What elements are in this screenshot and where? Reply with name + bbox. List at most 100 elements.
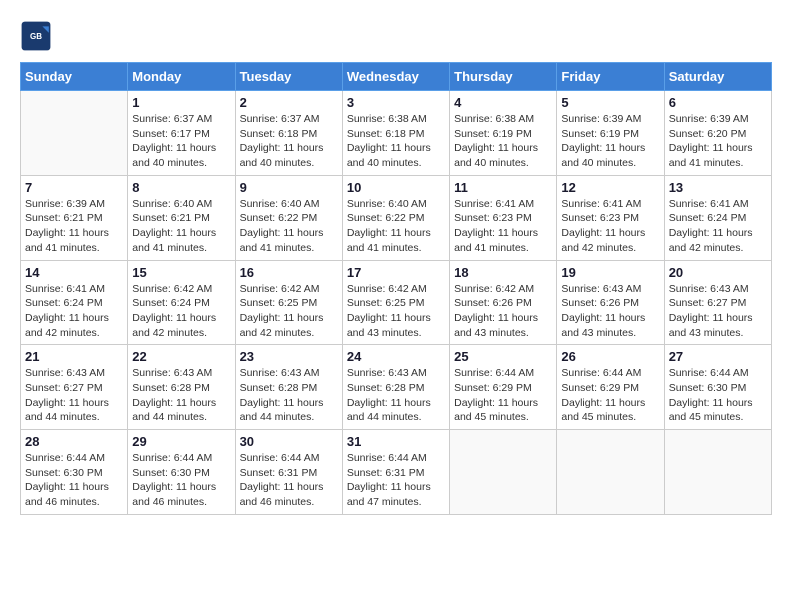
day-number: 7 bbox=[25, 180, 123, 195]
day-info: Sunrise: 6:44 AM Sunset: 6:29 PM Dayligh… bbox=[454, 366, 552, 425]
day-info: Sunrise: 6:42 AM Sunset: 6:26 PM Dayligh… bbox=[454, 282, 552, 341]
day-info: Sunrise: 6:44 AM Sunset: 6:30 PM Dayligh… bbox=[25, 451, 123, 510]
day-number: 15 bbox=[132, 265, 230, 280]
calendar-week-1: 1 Sunrise: 6:37 AM Sunset: 6:17 PM Daylig… bbox=[21, 91, 772, 176]
weekday-header-tuesday: Tuesday bbox=[235, 63, 342, 91]
calendar-cell: 15 Sunrise: 6:42 AM Sunset: 6:24 PM Dayli… bbox=[128, 260, 235, 345]
day-info: Sunrise: 6:44 AM Sunset: 6:30 PM Dayligh… bbox=[669, 366, 767, 425]
calendar-cell: 1 Sunrise: 6:37 AM Sunset: 6:17 PM Daylig… bbox=[128, 91, 235, 176]
day-number: 13 bbox=[669, 180, 767, 195]
day-info: Sunrise: 6:44 AM Sunset: 6:30 PM Dayligh… bbox=[132, 451, 230, 510]
calendar-cell bbox=[664, 430, 771, 515]
day-number: 21 bbox=[25, 349, 123, 364]
calendar-cell: 14 Sunrise: 6:41 AM Sunset: 6:24 PM Dayli… bbox=[21, 260, 128, 345]
calendar-cell: 20Sunrise: 6:43 AM Sunset: 6:27 PM Dayli… bbox=[664, 260, 771, 345]
calendar-cell: 7 Sunrise: 6:39 AM Sunset: 6:21 PM Daylig… bbox=[21, 175, 128, 260]
day-info: Sunrise: 6:41 AM Sunset: 6:24 PM Dayligh… bbox=[25, 282, 123, 341]
day-info: Sunrise: 6:41 AM Sunset: 6:24 PM Dayligh… bbox=[669, 197, 767, 256]
weekday-header-row: SundayMondayTuesdayWednesdayThursdayFrid… bbox=[21, 63, 772, 91]
day-info: Sunrise: 6:43 AM Sunset: 6:26 PM Dayligh… bbox=[561, 282, 659, 341]
calendar-cell: 26Sunrise: 6:44 AM Sunset: 6:29 PM Dayli… bbox=[557, 345, 664, 430]
day-info: Sunrise: 6:40 AM Sunset: 6:21 PM Dayligh… bbox=[132, 197, 230, 256]
day-number: 19 bbox=[561, 265, 659, 280]
calendar-cell bbox=[21, 91, 128, 176]
day-info: Sunrise: 6:39 AM Sunset: 6:20 PM Dayligh… bbox=[669, 112, 767, 171]
day-info: Sunrise: 6:39 AM Sunset: 6:19 PM Dayligh… bbox=[561, 112, 659, 171]
calendar-cell: 13 Sunrise: 6:41 AM Sunset: 6:24 PM Dayli… bbox=[664, 175, 771, 260]
weekday-header-sunday: Sunday bbox=[21, 63, 128, 91]
calendar-cell: 2 Sunrise: 6:37 AM Sunset: 6:18 PM Daylig… bbox=[235, 91, 342, 176]
weekday-header-monday: Monday bbox=[128, 63, 235, 91]
day-number: 22 bbox=[132, 349, 230, 364]
day-number: 17 bbox=[347, 265, 445, 280]
calendar-cell bbox=[450, 430, 557, 515]
day-info: Sunrise: 6:42 AM Sunset: 6:24 PM Dayligh… bbox=[132, 282, 230, 341]
day-number: 4 bbox=[454, 95, 552, 110]
day-number: 18 bbox=[454, 265, 552, 280]
calendar-week-5: 28Sunrise: 6:44 AM Sunset: 6:30 PM Dayli… bbox=[21, 430, 772, 515]
day-number: 25 bbox=[454, 349, 552, 364]
day-number: 2 bbox=[240, 95, 338, 110]
day-info: Sunrise: 6:44 AM Sunset: 6:31 PM Dayligh… bbox=[347, 451, 445, 510]
day-number: 12 bbox=[561, 180, 659, 195]
day-info: Sunrise: 6:38 AM Sunset: 6:18 PM Dayligh… bbox=[347, 112, 445, 171]
logo: GB bbox=[20, 20, 56, 52]
calendar-cell: 9Sunrise: 6:40 AM Sunset: 6:22 PM Daylig… bbox=[235, 175, 342, 260]
calendar-cell: 10 Sunrise: 6:40 AM Sunset: 6:22 PM Dayli… bbox=[342, 175, 449, 260]
weekday-header-thursday: Thursday bbox=[450, 63, 557, 91]
day-number: 1 bbox=[132, 95, 230, 110]
day-info: Sunrise: 6:43 AM Sunset: 6:28 PM Dayligh… bbox=[132, 366, 230, 425]
day-number: 20 bbox=[669, 265, 767, 280]
day-info: Sunrise: 6:38 AM Sunset: 6:19 PM Dayligh… bbox=[454, 112, 552, 171]
calendar-cell: 4 Sunrise: 6:38 AM Sunset: 6:19 PM Daylig… bbox=[450, 91, 557, 176]
calendar-cell: 5 Sunrise: 6:39 AM Sunset: 6:19 PM Daylig… bbox=[557, 91, 664, 176]
logo-icon: GB bbox=[20, 20, 52, 52]
day-number: 29 bbox=[132, 434, 230, 449]
calendar-cell: 6Sunrise: 6:39 AM Sunset: 6:20 PM Daylig… bbox=[664, 91, 771, 176]
day-number: 14 bbox=[25, 265, 123, 280]
day-number: 11 bbox=[454, 180, 552, 195]
day-number: 27 bbox=[669, 349, 767, 364]
calendar-cell: 19 Sunrise: 6:43 AM Sunset: 6:26 PM Dayli… bbox=[557, 260, 664, 345]
calendar-cell: 17 Sunrise: 6:42 AM Sunset: 6:25 PM Dayli… bbox=[342, 260, 449, 345]
calendar-cell: 24Sunrise: 6:43 AM Sunset: 6:28 PM Dayli… bbox=[342, 345, 449, 430]
day-number: 16 bbox=[240, 265, 338, 280]
weekday-header-wednesday: Wednesday bbox=[342, 63, 449, 91]
day-info: Sunrise: 6:42 AM Sunset: 6:25 PM Dayligh… bbox=[347, 282, 445, 341]
day-info: Sunrise: 6:42 AM Sunset: 6:25 PM Dayligh… bbox=[240, 282, 338, 341]
day-number: 24 bbox=[347, 349, 445, 364]
calendar-cell: 11Sunrise: 6:41 AM Sunset: 6:23 PM Dayli… bbox=[450, 175, 557, 260]
day-number: 8 bbox=[132, 180, 230, 195]
day-info: Sunrise: 6:43 AM Sunset: 6:27 PM Dayligh… bbox=[25, 366, 123, 425]
day-number: 3 bbox=[347, 95, 445, 110]
day-info: Sunrise: 6:41 AM Sunset: 6:23 PM Dayligh… bbox=[561, 197, 659, 256]
day-number: 10 bbox=[347, 180, 445, 195]
day-info: Sunrise: 6:43 AM Sunset: 6:28 PM Dayligh… bbox=[240, 366, 338, 425]
day-number: 30 bbox=[240, 434, 338, 449]
weekday-header-saturday: Saturday bbox=[664, 63, 771, 91]
day-number: 31 bbox=[347, 434, 445, 449]
calendar-cell: 30 Sunrise: 6:44 AM Sunset: 6:31 PM Dayli… bbox=[235, 430, 342, 515]
calendar-week-3: 14 Sunrise: 6:41 AM Sunset: 6:24 PM Dayli… bbox=[21, 260, 772, 345]
calendar-table: SundayMondayTuesdayWednesdayThursdayFrid… bbox=[20, 62, 772, 515]
day-number: 9 bbox=[240, 180, 338, 195]
calendar-week-4: 21 Sunrise: 6:43 AM Sunset: 6:27 PM Dayli… bbox=[21, 345, 772, 430]
day-number: 5 bbox=[561, 95, 659, 110]
calendar-cell: 21 Sunrise: 6:43 AM Sunset: 6:27 PM Dayli… bbox=[21, 345, 128, 430]
calendar-cell: 23Sunrise: 6:43 AM Sunset: 6:28 PM Dayli… bbox=[235, 345, 342, 430]
calendar-cell: 31 Sunrise: 6:44 AM Sunset: 6:31 PM Dayli… bbox=[342, 430, 449, 515]
calendar-cell: 12 Sunrise: 6:41 AM Sunset: 6:23 PM Dayli… bbox=[557, 175, 664, 260]
svg-text:GB: GB bbox=[30, 32, 42, 41]
day-info: Sunrise: 6:40 AM Sunset: 6:22 PM Dayligh… bbox=[347, 197, 445, 256]
calendar-cell: 22 Sunrise: 6:43 AM Sunset: 6:28 PM Dayli… bbox=[128, 345, 235, 430]
calendar-cell: 8 Sunrise: 6:40 AM Sunset: 6:21 PM Daylig… bbox=[128, 175, 235, 260]
day-info: Sunrise: 6:39 AM Sunset: 6:21 PM Dayligh… bbox=[25, 197, 123, 256]
day-info: Sunrise: 6:37 AM Sunset: 6:18 PM Dayligh… bbox=[240, 112, 338, 171]
calendar-cell: 25 Sunrise: 6:44 AM Sunset: 6:29 PM Dayli… bbox=[450, 345, 557, 430]
day-info: Sunrise: 6:44 AM Sunset: 6:31 PM Dayligh… bbox=[240, 451, 338, 510]
calendar-cell: 29 Sunrise: 6:44 AM Sunset: 6:30 PM Dayli… bbox=[128, 430, 235, 515]
page-header: GB bbox=[20, 20, 772, 52]
day-info: Sunrise: 6:37 AM Sunset: 6:17 PM Dayligh… bbox=[132, 112, 230, 171]
calendar-cell: 16 Sunrise: 6:42 AM Sunset: 6:25 PM Dayli… bbox=[235, 260, 342, 345]
calendar-cell bbox=[557, 430, 664, 515]
